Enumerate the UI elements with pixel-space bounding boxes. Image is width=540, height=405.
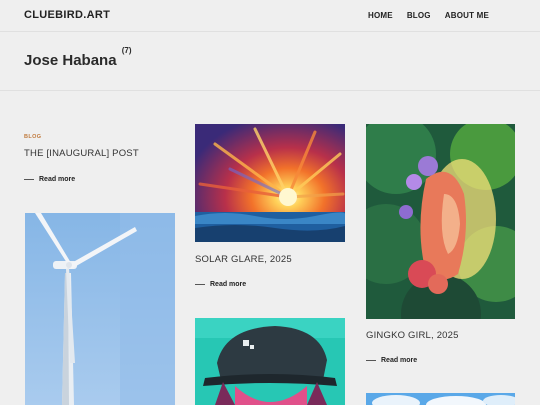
post-title[interactable]: THE [INAUGURAL] POST	[24, 148, 174, 159]
nav-home[interactable]: HOME	[368, 11, 393, 20]
sky-illustration	[366, 393, 515, 405]
post-card-inaugural: BLOG THE [INAUGURAL] POST Read more	[24, 134, 174, 183]
dash-icon	[366, 360, 376, 361]
top-bar: CLUEBIRD.ART HOME BLOG ABOUT ME	[0, 0, 540, 32]
solar-glare-illustration	[195, 124, 345, 242]
post-count: (7)	[121, 46, 132, 55]
read-more-link[interactable]: Read more	[195, 281, 345, 288]
sgt-pepper-illustration	[195, 318, 345, 405]
page-title: Jose Habana (7)	[24, 46, 132, 69]
nav-blog[interactable]: BLOG	[407, 11, 431, 20]
gingko-girl-image[interactable]	[366, 124, 515, 319]
sky-image[interactable]	[366, 393, 515, 405]
gingko-girl-illustration	[366, 124, 515, 319]
nav-about-me[interactable]: ABOUT ME	[445, 11, 489, 20]
read-more-label: Read more	[39, 176, 76, 183]
read-more-link[interactable]: Read more	[366, 357, 515, 364]
post-title[interactable]: GINGKO GIRL, 2025	[366, 330, 515, 341]
site-logo[interactable]: CLUEBIRD.ART	[24, 9, 110, 21]
post-card-gingko-girl: GINGKO GIRL, 2025 Read more	[366, 330, 515, 364]
sgt-pepper-image[interactable]	[195, 318, 345, 405]
read-more-link[interactable]: Read more	[24, 176, 174, 183]
dash-icon	[24, 179, 34, 180]
wind-turbine-illustration	[25, 213, 175, 405]
post-card-solar-glare: SOLAR GLARE, 2025 Read more	[195, 254, 345, 288]
page-title-text: Jose Habana	[24, 52, 117, 69]
read-more-label: Read more	[381, 357, 418, 364]
wind-turbine-image[interactable]	[25, 213, 175, 405]
post-title[interactable]: SOLAR GLARE, 2025	[195, 254, 345, 265]
page-header: Jose Habana (7)	[0, 32, 540, 91]
main-nav: HOME BLOG ABOUT ME	[368, 11, 489, 20]
post-category[interactable]: BLOG	[24, 134, 174, 140]
solar-glare-image[interactable]	[195, 124, 345, 242]
read-more-label: Read more	[210, 281, 247, 288]
dash-icon	[195, 284, 205, 285]
